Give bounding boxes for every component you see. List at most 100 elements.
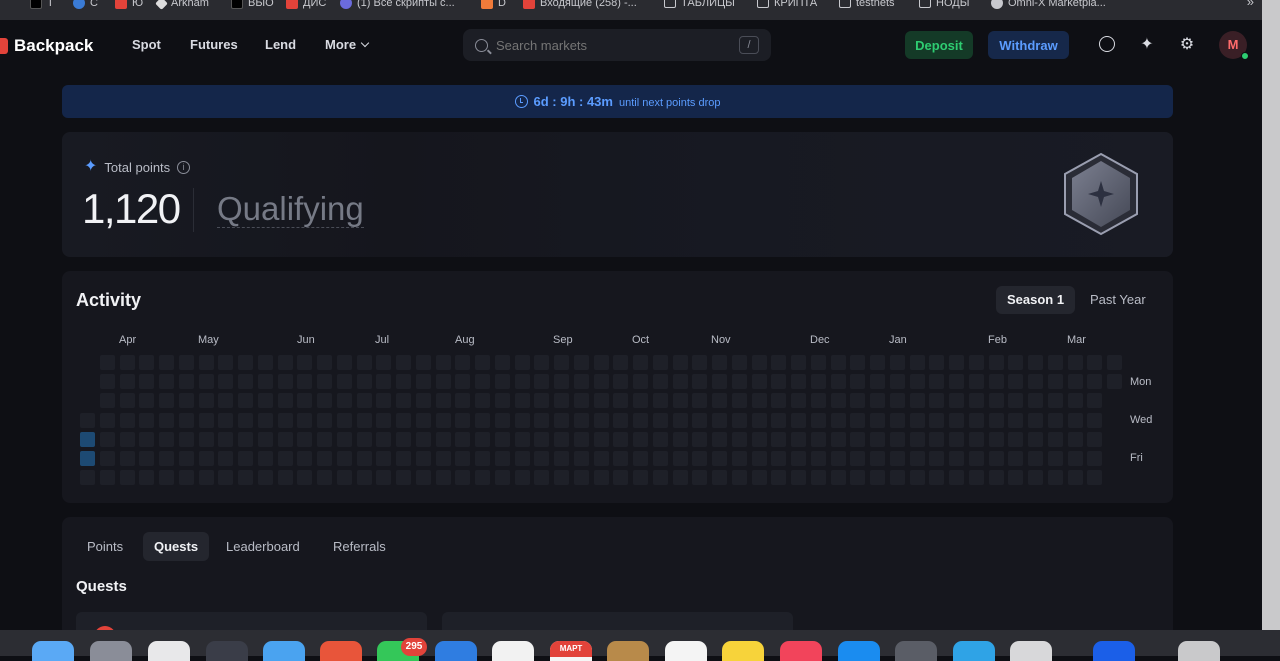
avatar[interactable]: M [1219, 31, 1249, 60]
activity-day-cell[interactable] [692, 451, 708, 466]
activity-day-cell[interactable] [119, 451, 135, 466]
activity-day-cell[interactable] [198, 355, 214, 370]
activity-day-cell[interactable] [396, 393, 411, 409]
gear-icon[interactable]: ⚙ [1178, 36, 1196, 54]
activity-day-cell[interactable] [415, 451, 431, 466]
activity-day-cell[interactable] [139, 355, 155, 370]
activity-day-cell[interactable] [810, 470, 826, 486]
activity-day-cell[interactable] [514, 412, 530, 428]
nav-futures[interactable]: Futures [190, 37, 238, 52]
nav-spot[interactable]: Spot [132, 37, 161, 52]
activity-day-cell[interactable] [317, 412, 332, 428]
activity-day-cell[interactable] [771, 431, 787, 447]
activity-day-cell[interactable] [475, 412, 490, 428]
activity-day-cell[interactable] [830, 451, 846, 466]
activity-day-cell[interactable] [830, 355, 846, 370]
tab-points[interactable]: Points [76, 532, 134, 561]
bookmark-item[interactable]: Входящие (258) -... [523, 0, 637, 11]
activity-day-cell[interactable] [988, 431, 1004, 447]
activity-day-cell[interactable] [376, 393, 392, 409]
app-store-icon[interactable] [263, 641, 305, 661]
activity-day-cell[interactable] [475, 355, 490, 370]
activity-day-cell[interactable] [257, 412, 273, 428]
activity-day-cell[interactable] [613, 431, 629, 447]
activity-day-cell[interactable] [317, 374, 332, 390]
activity-day-cell[interactable] [317, 470, 332, 486]
activity-day-cell[interactable] [889, 393, 905, 409]
activity-day-cell[interactable] [672, 393, 688, 409]
activity-day-cell[interactable] [573, 355, 589, 370]
bookmark-item[interactable]: D [481, 0, 506, 11]
activity-day-cell[interactable] [1047, 431, 1063, 447]
activity-day-cell[interactable] [534, 470, 550, 486]
activity-day-cell[interactable] [336, 431, 352, 447]
activity-day-cell[interactable] [396, 355, 411, 370]
activity-day-cell[interactable] [336, 355, 352, 370]
activity-day-cell[interactable] [1067, 451, 1083, 466]
activity-day-cell[interactable] [218, 451, 234, 466]
activity-day-cell[interactable] [435, 470, 451, 486]
activity-day-cell[interactable] [593, 374, 609, 390]
app-icon[interactable] [206, 641, 248, 661]
activity-day-cell[interactable] [929, 451, 945, 466]
activity-day-cell[interactable] [633, 431, 648, 447]
activity-day-cell[interactable] [494, 393, 510, 409]
activity-day-cell[interactable] [99, 393, 115, 409]
activity-day-cell[interactable] [593, 355, 609, 370]
app-icon[interactable] [838, 641, 880, 661]
activity-day-cell[interactable] [277, 355, 293, 370]
activity-day-cell[interactable] [791, 393, 806, 409]
activity-day-cell[interactable] [968, 393, 984, 409]
mail-app-icon[interactable] [435, 641, 477, 661]
nav-lend[interactable]: Lend [265, 37, 296, 52]
activity-day-cell[interactable] [870, 374, 885, 390]
activity-day-cell[interactable] [396, 451, 411, 466]
activity-day-cell[interactable] [1107, 374, 1122, 390]
activity-day-cell[interactable] [672, 451, 688, 466]
activity-day-cell[interactable] [909, 451, 925, 466]
activity-day-cell[interactable] [455, 412, 471, 428]
activity-day-cell[interactable] [514, 470, 530, 486]
bookmark-folder[interactable]: testnets [839, 0, 895, 11]
activity-day-cell[interactable] [139, 470, 155, 486]
activity-day-cell[interactable] [356, 412, 372, 428]
activity-day-cell[interactable] [573, 431, 589, 447]
activity-day-cell[interactable] [494, 374, 510, 390]
activity-day-cell[interactable] [475, 431, 490, 447]
activity-day-cell[interactable] [870, 451, 885, 466]
activity-day-cell[interactable] [672, 374, 688, 390]
activity-day-cell[interactable] [435, 431, 451, 447]
activity-day-cell[interactable] [573, 451, 589, 466]
activity-day-cell[interactable] [692, 412, 708, 428]
activity-day-cell[interactable] [376, 451, 392, 466]
activity-day-cell[interactable] [317, 431, 332, 447]
activity-day-cell[interactable] [99, 470, 115, 486]
activity-day-cell[interactable] [435, 393, 451, 409]
activity-day-cell[interactable] [771, 470, 787, 486]
activity-day-cell[interactable] [554, 431, 569, 447]
activity-day-cell[interactable] [731, 451, 747, 466]
activity-day-cell[interactable] [573, 470, 589, 486]
activity-day-cell[interactable] [751, 470, 767, 486]
activity-day-cell[interactable] [1047, 393, 1063, 409]
activity-day-cell[interactable] [119, 355, 135, 370]
activity-day-cell[interactable] [850, 412, 866, 428]
activity-day-cell[interactable] [139, 451, 155, 466]
activity-day-cell[interactable] [119, 431, 135, 447]
deposit-button[interactable]: Deposit [905, 31, 973, 59]
activity-day-cell[interactable] [514, 451, 530, 466]
activity-day-cell[interactable] [415, 355, 431, 370]
activity-day-cell[interactable] [810, 412, 826, 428]
bookmark-item[interactable]: С [73, 0, 98, 11]
bookmark-folder[interactable]: НОДЫ [919, 0, 969, 11]
activity-day-cell[interactable] [593, 393, 609, 409]
activity-day-cell[interactable] [376, 374, 392, 390]
activity-day-cell[interactable] [336, 451, 352, 466]
activity-day-cell[interactable] [534, 393, 550, 409]
activity-day-cell[interactable] [257, 374, 273, 390]
activity-day-cell[interactable] [1008, 451, 1024, 466]
activity-day-cell[interactable] [652, 374, 668, 390]
activity-day-cell[interactable] [396, 431, 411, 447]
activity-day-cell[interactable] [850, 451, 866, 466]
activity-day-cell[interactable] [198, 431, 214, 447]
